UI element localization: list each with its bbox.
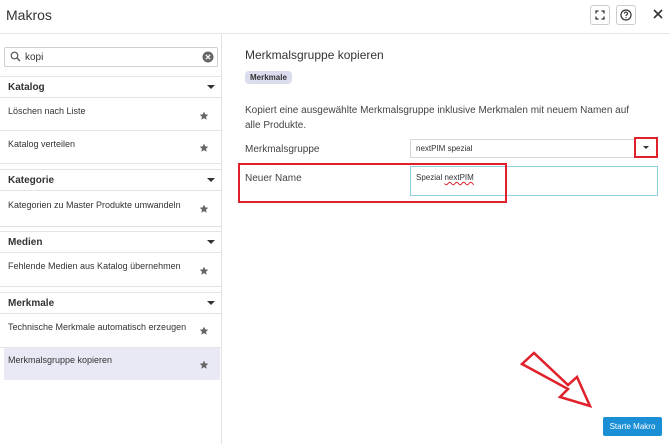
group-select-value: nextPIM spezial [416, 144, 473, 153]
macro-item-label: Katalog verteilen [8, 139, 76, 149]
new-name-value-part-spellcheck: nextPIM [444, 173, 474, 182]
help-button[interactable] [616, 5, 636, 25]
group-select[interactable]: nextPIM spezial [410, 139, 658, 158]
close-button[interactable] [650, 5, 666, 25]
dialog-title: Makros [6, 7, 52, 23]
macro-item-fehlende-medien[interactable]: Fehlende Medien aus Katalog übernehmen [0, 253, 222, 287]
fullscreen-button[interactable] [590, 5, 610, 25]
category-katalog[interactable]: Katalog [0, 76, 222, 98]
category-kategorie[interactable]: Kategorie [0, 169, 222, 191]
close-icon [653, 9, 663, 19]
category-label: Kategorie [8, 175, 55, 186]
macro-item-kategorien-umwandeln[interactable]: Kategorien zu Master Produkte umwandeln [0, 191, 222, 227]
caret-down-icon [643, 146, 649, 149]
macro-item-loeschen-nach-liste[interactable]: Löschen nach Liste [0, 98, 222, 131]
star-icon[interactable] [199, 266, 209, 276]
chevron-down-icon [207, 301, 215, 305]
annotation-arrow-icon [520, 351, 593, 408]
new-name-value-part: Spezial [416, 173, 445, 182]
macro-sidebar: Katalog Löschen nach Liste Katalog verte… [0, 34, 222, 444]
macro-item-label: Löschen nach Liste [8, 106, 86, 116]
help-icon [620, 9, 632, 21]
category-medien[interactable]: Medien [0, 231, 222, 253]
star-icon[interactable] [199, 143, 209, 153]
clear-search-icon[interactable] [202, 51, 214, 63]
group-field-label: Merkmalsgruppe [245, 144, 320, 155]
macro-item-katalog-verteilen[interactable]: Katalog verteilen [0, 131, 222, 164]
category-label: Merkmale [8, 298, 55, 309]
category-label: Medien [8, 237, 43, 248]
chevron-down-icon [207, 85, 215, 89]
star-icon[interactable] [199, 111, 209, 121]
chevron-down-icon [207, 240, 215, 244]
macro-item-label: Merkmalsgruppe kopieren [8, 355, 113, 365]
star-icon[interactable] [199, 326, 209, 336]
star-icon[interactable] [199, 360, 209, 370]
chevron-down-icon [207, 178, 215, 182]
macro-item-label: Kategorien zu Master Produkte umwandeln [8, 200, 181, 210]
macro-item-merkmalsgruppe-kopieren[interactable]: Merkmalsgruppe kopieren [4, 348, 220, 380]
search-box[interactable] [4, 47, 218, 67]
new-name-value: Spezial nextPIM [416, 173, 474, 182]
macro-item-label: Fehlende Medien aus Katalog übernehmen [8, 261, 181, 271]
search-input[interactable] [25, 49, 195, 65]
new-name-input[interactable]: Spezial nextPIM [410, 166, 658, 196]
run-macro-button[interactable]: Starte Makro [603, 417, 662, 436]
fullscreen-icon [595, 10, 605, 20]
macro-description: Kopiert eine ausgewählte Merkmalsgruppe … [245, 105, 630, 131]
category-merkmale[interactable]: Merkmale [0, 292, 222, 314]
star-icon[interactable] [199, 204, 209, 214]
category-label: Katalog [8, 82, 45, 93]
search-icon [10, 51, 21, 62]
macro-item-technische-merkmale[interactable]: Technische Merkmale automatisch erzeugen [0, 314, 222, 348]
group-dropdown-button[interactable] [634, 137, 658, 158]
category-badge: Merkmale [245, 71, 292, 84]
name-field-label: Neuer Name [245, 173, 302, 184]
macro-item-label: Technische Merkmale automatisch erzeugen [8, 322, 187, 332]
title-bar: Makros [0, 0, 670, 30]
macro-title: Merkmalsgruppe kopieren [245, 48, 384, 62]
